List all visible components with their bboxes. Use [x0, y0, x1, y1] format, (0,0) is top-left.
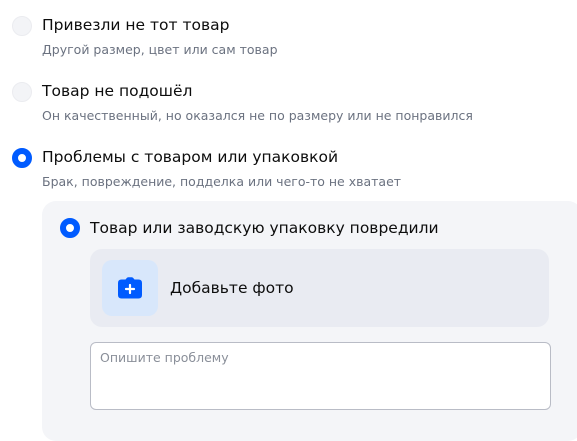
- reason-defect-or-packaging[interactable]: Проблемы с товаром или упаковкой Брак, п…: [12, 143, 577, 191]
- problem-description-field[interactable]: [90, 342, 551, 410]
- add-photo-icon-box: [102, 260, 158, 316]
- sub-reason-damaged-packaging-title: Товар или заводскую упаковку повредили: [90, 219, 439, 237]
- problem-description-input[interactable]: [91, 343, 550, 409]
- reason-not-suitable-title: Товар не подошёл: [42, 82, 193, 100]
- reason-defect-or-packaging-radio[interactable]: [12, 148, 32, 168]
- reason-not-suitable-radio[interactable]: [12, 82, 32, 102]
- reason-not-suitable[interactable]: Товар не подошёл Он качественный, но ока…: [12, 77, 577, 125]
- reason-wrong-item-title: Привезли не тот товар: [42, 16, 230, 34]
- sub-reason-damaged-packaging[interactable]: Товар или заводскую упаковку повредили: [60, 214, 439, 242]
- reason-wrong-item-subtitle: Другой размер, цвет или сам товар: [42, 42, 278, 57]
- add-photo-button[interactable]: Добавьте фото: [90, 249, 549, 327]
- add-photo-label: Добавьте фото: [170, 279, 294, 297]
- reason-defect-or-packaging-title: Проблемы с товаром или упаковкой: [42, 148, 339, 166]
- defect-details-panel: Товар или заводскую упаковку повредили Д…: [42, 201, 577, 441]
- reason-defect-or-packaging-subtitle: Брак, повреждение, подделка или чего-то …: [42, 174, 402, 189]
- sub-reason-damaged-packaging-radio[interactable]: [60, 218, 80, 238]
- reason-not-suitable-subtitle: Он качественный, но оказался не по разме…: [42, 108, 473, 123]
- camera-plus-icon: [118, 277, 142, 299]
- reason-wrong-item[interactable]: Привезли не тот товар Другой размер, цве…: [12, 11, 577, 59]
- reason-wrong-item-radio[interactable]: [12, 16, 32, 36]
